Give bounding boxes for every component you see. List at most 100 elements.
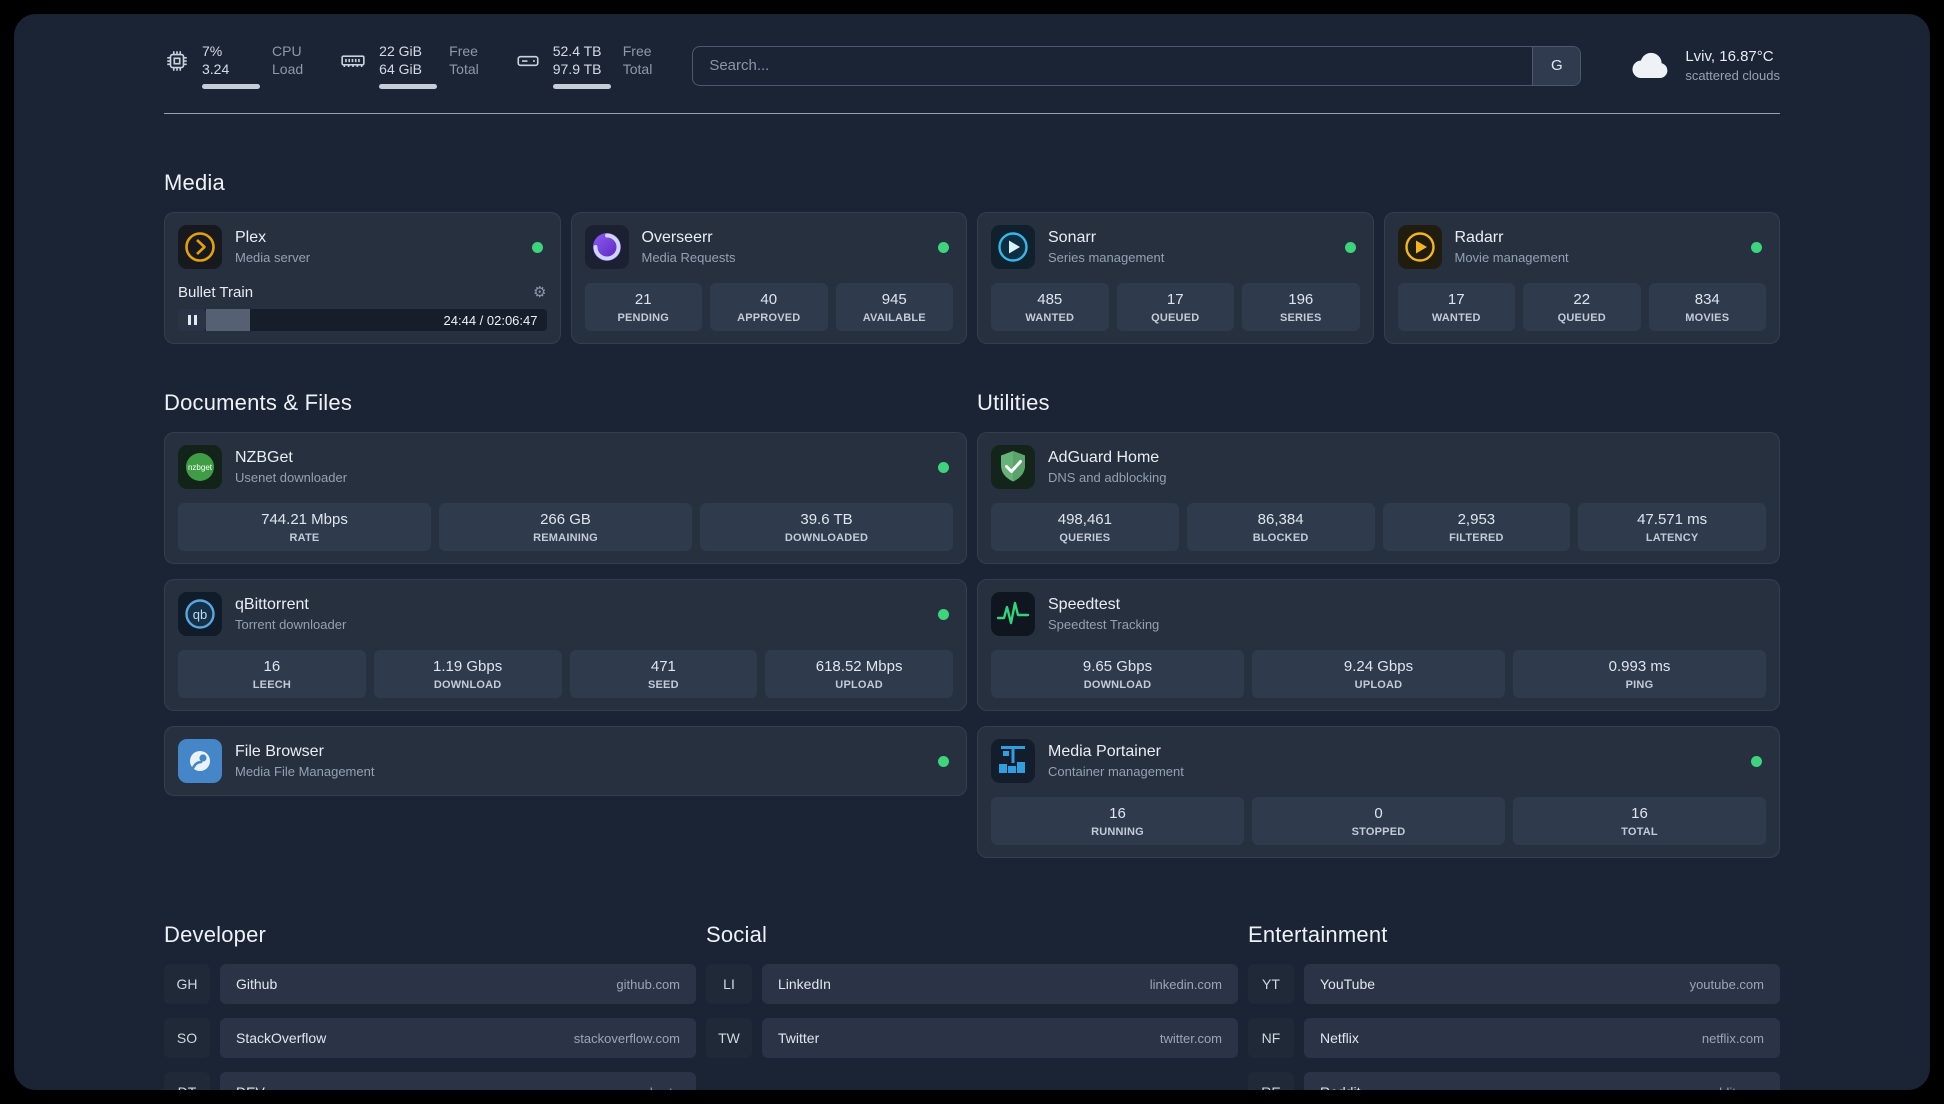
status-dot — [938, 608, 949, 620]
dashboard: 7% 3.24 CPU Load 22 GiB 64 GiB Free Tota… — [14, 14, 1930, 1090]
app-subtitle: DNS and adblocking — [1048, 470, 1167, 486]
playback-progress-bar[interactable]: 24:44 / 02:06:47 — [178, 309, 547, 332]
sonarr-icon — [991, 225, 1035, 270]
app-subtitle: Container management — [1048, 764, 1184, 780]
section-title-developer: Developer — [164, 922, 267, 948]
nzbget-icon: nzbget — [178, 445, 222, 490]
section-documents: Documents & Files nzbget NZBGet Usenet d… — [164, 390, 967, 797]
app-card-speedtest[interactable]: Speedtest Speedtest Tracking 9.65 Gbps D… — [977, 579, 1780, 712]
bookmark-netflix[interactable]: NF Netflix netflix.com — [1248, 1018, 1780, 1059]
bookmark-abbr: GH — [164, 964, 210, 1005]
app-subtitle: Torrent downloader — [235, 617, 347, 633]
app-title: Media Portainer — [1048, 743, 1161, 761]
cpu-usage: 7% — [202, 43, 223, 59]
stat-ping: 0.993 ms PING — [1513, 650, 1766, 699]
memory-usage-bar — [379, 84, 438, 90]
stat-seed: 471 SEED — [569, 650, 758, 699]
stat-download: 9.65 Gbps DOWNLOAD — [991, 650, 1244, 699]
stat-leech: 16 LEECH — [178, 650, 366, 699]
portainer-icon — [991, 739, 1035, 784]
stat-blocked: 86,384 BLOCKED — [1186, 503, 1375, 552]
app-title: qBittorrent — [235, 596, 309, 614]
stat-wanted: 17 WANTED — [1397, 283, 1515, 332]
disk-total: 97.9 TB — [552, 61, 602, 78]
disk-labels: Free Total — [622, 43, 653, 78]
bookmark-abbr: SO — [164, 1018, 210, 1059]
bookmark-group-social: Social LI LinkedIn linkedin.com TW Twitt… — [706, 922, 1238, 1059]
stat-available: 945 AVAILABLE — [835, 283, 953, 332]
app-title: Plex — [235, 229, 267, 247]
bookmark-github[interactable]: GH Github github.com — [164, 964, 696, 1005]
overseerr-icon — [584, 225, 629, 270]
bookmark-abbr: NF — [1248, 1018, 1294, 1059]
disk-values: 52.4 TB 97.9 TB — [552, 42, 611, 90]
weather-widget: Lviv, 16.87°C scattered clouds — [1629, 47, 1780, 85]
cpu-labels: CPU Load — [272, 43, 304, 78]
section-title-documents: Documents & Files — [164, 390, 353, 416]
app-title: AdGuard Home — [1048, 449, 1160, 467]
topbar-divider — [164, 113, 1780, 115]
stat-queued: 17 QUEUED — [1116, 283, 1234, 332]
cloud-icon — [1632, 52, 1668, 78]
bookmark-dev[interactable]: DT DEV dev.to — [164, 1072, 696, 1090]
bookmark-group-developer: Developer GH Github github.com SO StackO… — [164, 922, 696, 1090]
stat-queued: 22 QUEUED — [1523, 283, 1641, 332]
memory-values: 22 GiB 64 GiB — [379, 42, 438, 90]
bookmark-reddit[interactable]: RE Reddit reddit.com — [1248, 1072, 1780, 1090]
app-card-sonarr[interactable]: Sonarr Series management 485 WANTED 17 Q… — [977, 212, 1374, 345]
cpu-widget: 7% 3.24 CPU Load — [164, 42, 304, 90]
bookmark-abbr: DT — [164, 1072, 210, 1090]
gear-icon[interactable]: ⚙ — [533, 283, 546, 301]
app-subtitle: Usenet downloader — [235, 470, 348, 486]
section-title-utilities: Utilities — [977, 390, 1050, 416]
memory-widget: 22 GiB 64 GiB Free Total — [339, 42, 479, 90]
bookmark-stackoverflow[interactable]: SO StackOverflow stackoverflow.com — [164, 1018, 696, 1059]
memory-labels: Free Total — [449, 43, 479, 78]
bookmark-youtube[interactable]: YT YouTube youtube.com — [1248, 964, 1780, 1005]
stat-stopped: 0 STOPPED — [1252, 797, 1505, 846]
disk-icon — [517, 55, 539, 67]
memory-total: 64 GiB — [379, 61, 422, 78]
search-input[interactable] — [693, 46, 1533, 85]
disk-widget: 52.4 TB 97.9 TB Free Total — [515, 42, 653, 90]
bookmark-group-entertainment: Entertainment YT YouTube youtube.com NF … — [1248, 922, 1780, 1090]
adguard-icon — [991, 445, 1035, 490]
app-card-plex[interactable]: Plex Media server Bullet Train ⚙ 24:44 /… — [164, 212, 561, 345]
disk-free: 52.4 TB — [552, 43, 602, 59]
status-dot — [938, 755, 949, 767]
app-card-overseerr[interactable]: Overseerr Media Requests 21 PENDING 40 A… — [570, 212, 967, 345]
memory-free: 22 GiB — [379, 43, 422, 59]
stat-downloaded: 39.6 TB DOWNLOADED — [700, 503, 953, 552]
stat-upload: 9.24 Gbps UPLOAD — [1252, 650, 1505, 699]
app-card-adguard[interactable]: AdGuard Home DNS and adblocking 498,461 … — [977, 432, 1780, 565]
radarr-icon — [1397, 225, 1442, 270]
bookmark-linkedin[interactable]: LI LinkedIn linkedin.com — [706, 964, 1238, 1005]
status-dot — [1751, 755, 1762, 767]
stat-rate: 744.21 Mbps RATE — [178, 503, 431, 552]
section-utilities: Utilities AdGuard Home DNS and adblockin… — [977, 390, 1780, 859]
app-card-nzbget[interactable]: nzbget NZBGet Usenet downloader 744.21 M… — [164, 432, 967, 565]
status-dot — [938, 461, 949, 473]
stat-running: 16 RUNNING — [991, 797, 1244, 846]
section-media: Media Plex Media server Bullet Train ⚙ 2… — [164, 170, 1780, 345]
app-card-filebrowser[interactable]: File Browser Media File Management — [164, 726, 967, 797]
bookmark-abbr: TW — [706, 1018, 752, 1059]
app-title: Radarr — [1454, 229, 1504, 247]
stat-wanted: 485 WANTED — [991, 283, 1109, 332]
playback-time: 24:44 / 02:06:47 — [443, 312, 538, 328]
app-subtitle: Media File Management — [235, 764, 375, 780]
app-subtitle: Movie management — [1454, 250, 1569, 266]
app-card-portainer[interactable]: Media Portainer Container management 16 … — [977, 726, 1780, 859]
stat-series: 196 SERIES — [1242, 283, 1360, 332]
app-card-qbittorrent[interactable]: qb qBittorrent Torrent downloader 16 LEE… — [164, 579, 967, 712]
plex-icon — [178, 225, 222, 270]
stat-total: 16 TOTAL — [1513, 797, 1766, 846]
app-card-radarr[interactable]: Radarr Movie management 17 WANTED 22 QUE… — [1383, 212, 1780, 345]
status-dot — [531, 241, 543, 253]
stat-latency: 47.571 ms LATENCY — [1578, 503, 1766, 552]
search-provider-button[interactable]: G — [1532, 46, 1581, 85]
bookmark-twitter[interactable]: TW Twitter twitter.com — [706, 1018, 1238, 1059]
app-title: Sonarr — [1048, 229, 1097, 247]
pause-button[interactable] — [178, 309, 206, 332]
search-bar: G — [692, 45, 1582, 86]
